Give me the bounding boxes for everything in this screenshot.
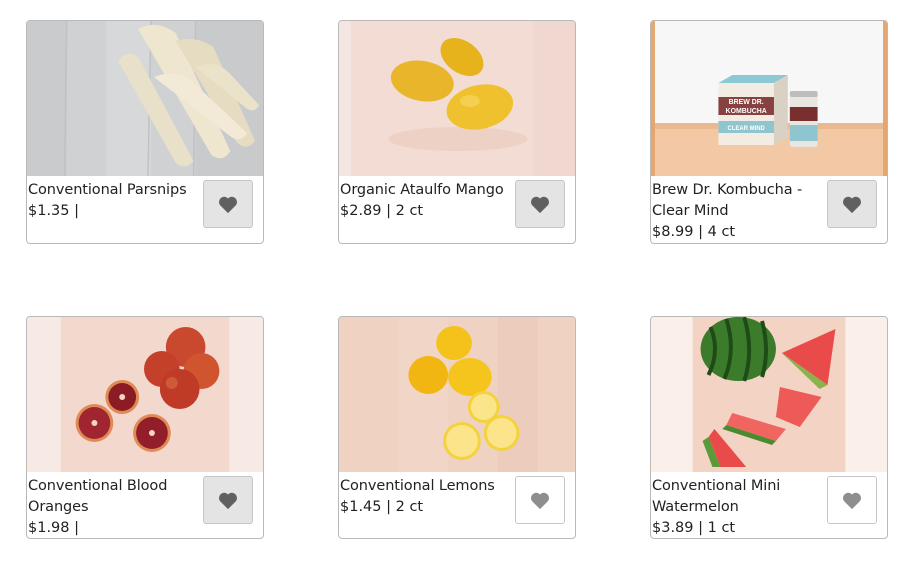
lemons-image <box>339 317 575 472</box>
product-name: Conventional Lemons <box>340 478 495 494</box>
mango-image <box>339 21 575 176</box>
product-name: Conventional Mini Watermelon <box>652 478 781 515</box>
product-info: Conventional Parsnips $1.35 | <box>27 176 263 243</box>
product-name: Conventional Parsnips <box>28 182 187 198</box>
product-info: Conventional Lemons $1.45 | 2 ct <box>339 472 575 538</box>
product-info: Brew Dr. Kombucha - Clear Mind $8.99 | 4… <box>651 176 887 243</box>
product-info: Conventional Mini Watermelon $3.89 | 1 c… <box>651 472 887 538</box>
product-name: Conventional Blood Oranges <box>28 478 168 515</box>
product-name: Brew Dr. Kombucha - Clear Mind <box>652 182 803 219</box>
product-grid: Conventional Parsnips $1.35 | Organic At… <box>26 20 890 540</box>
kombucha-image: BREW DR. KOMBUCHA CLEAR MIND <box>651 21 887 176</box>
product-card-blood-oranges[interactable]: Conventional Blood Oranges $1.98 | <box>26 316 264 539</box>
heart-icon <box>530 492 550 510</box>
heart-icon <box>842 492 862 510</box>
heart-icon <box>530 196 550 214</box>
heart-icon <box>218 492 238 510</box>
watermelon-image <box>651 317 887 472</box>
product-card-watermelon[interactable]: Conventional Mini Watermelon $3.89 | 1 c… <box>650 316 888 539</box>
favorite-button[interactable] <box>827 180 877 228</box>
product-info: Organic Ataulfo Mango $2.89 | 2 ct <box>339 176 575 243</box>
favorite-button[interactable] <box>515 476 565 524</box>
favorite-button[interactable] <box>827 476 877 524</box>
product-card-parsnips[interactable]: Conventional Parsnips $1.35 | <box>26 20 264 244</box>
box-label-product: KOMBUCHA <box>726 108 767 115</box>
product-info: Conventional Blood Oranges $1.98 | <box>27 472 263 538</box>
box-label-flavor: CLEAR MIND <box>728 126 766 132</box>
kombucha-can <box>789 91 818 147</box>
product-card-kombucha[interactable]: BREW DR. KOMBUCHA CLEAR MIND Brew Dr. Ko… <box>650 20 888 244</box>
product-name: Organic Ataulfo Mango <box>340 182 504 198</box>
box-label-brand: BREW DR. <box>729 99 764 106</box>
blood-oranges-image <box>27 317 263 472</box>
kombucha-box: BREW DR. KOMBUCHA CLEAR MIND <box>718 75 788 145</box>
favorite-button[interactable] <box>515 180 565 228</box>
favorite-button[interactable] <box>203 180 253 228</box>
favorite-button[interactable] <box>203 476 253 524</box>
parsnips-image <box>27 21 263 176</box>
product-card-mango[interactable]: Organic Ataulfo Mango $2.89 | 2 ct <box>338 20 576 244</box>
heart-icon <box>218 196 238 214</box>
heart-icon <box>842 196 862 214</box>
product-card-lemons[interactable]: Conventional Lemons $1.45 | 2 ct <box>338 316 576 539</box>
